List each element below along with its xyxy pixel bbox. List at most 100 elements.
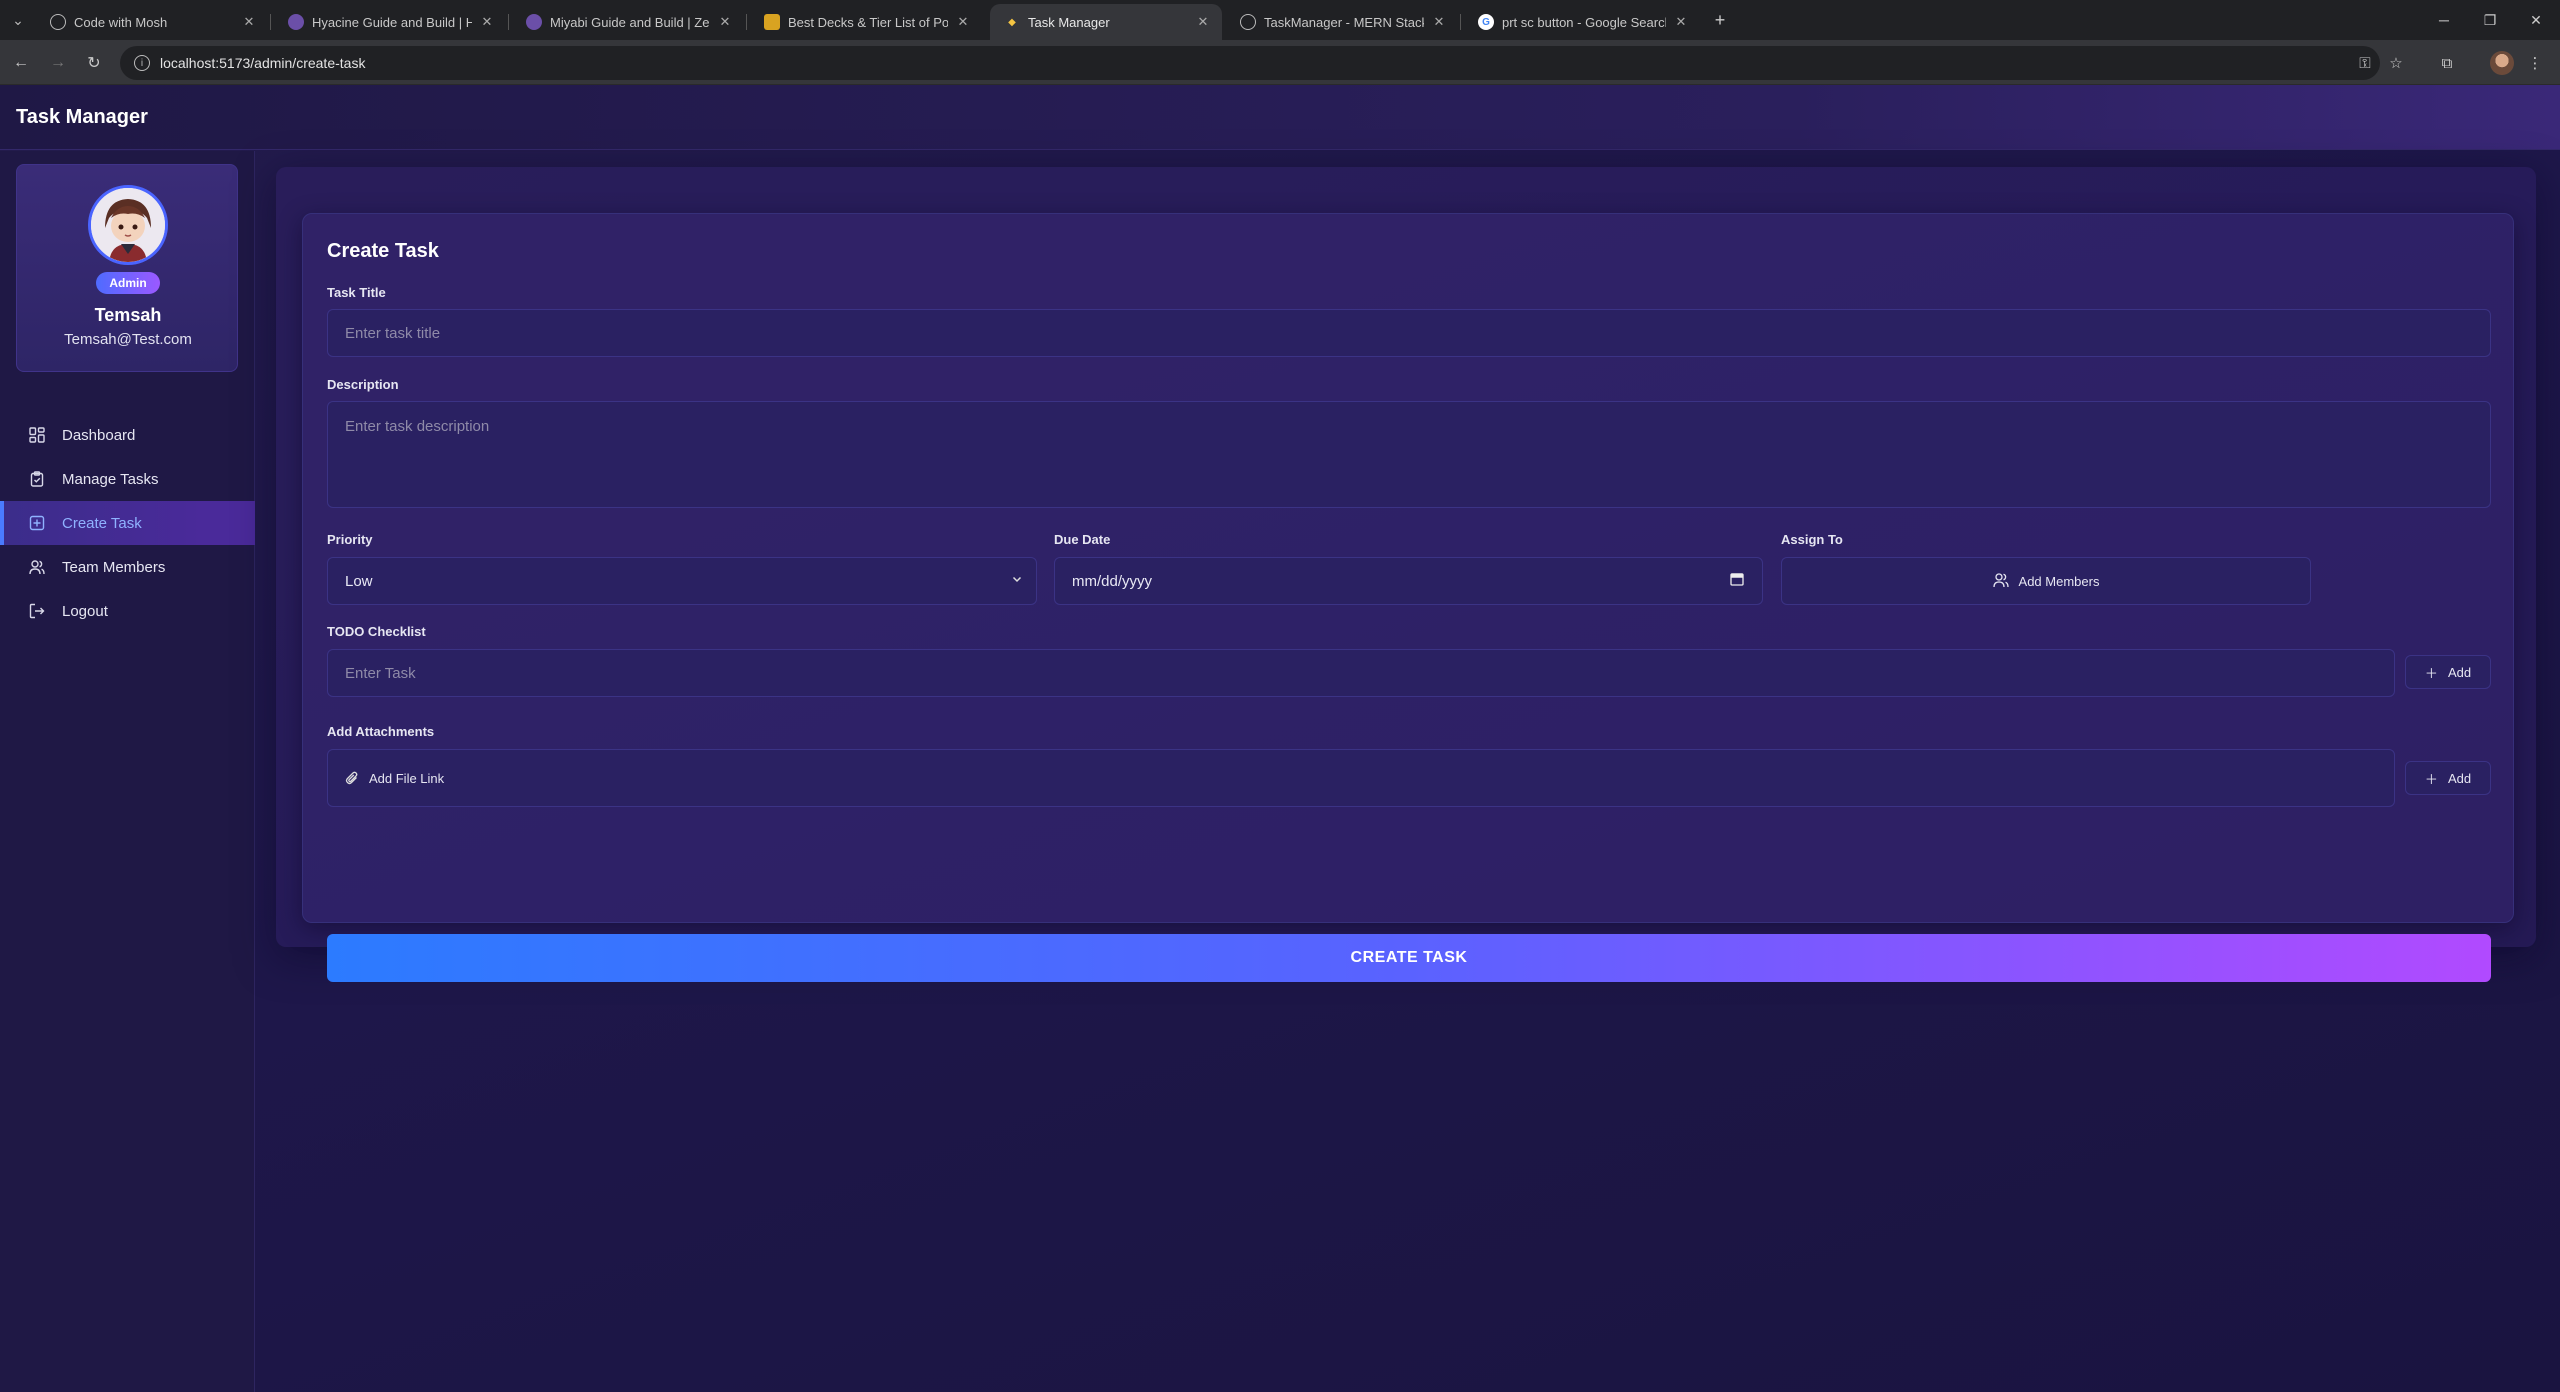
attachment-input[interactable]: Add File Link: [327, 749, 2395, 807]
priority-select[interactable]: Low: [327, 557, 1037, 605]
browser-tab-bar: ⌄ Code with Mosh ✕ Hyacine Guide and Bui…: [0, 0, 2560, 40]
tab-title: Code with Mosh: [74, 14, 168, 30]
add-attachment-button[interactable]: ＋ Add: [2405, 761, 2491, 795]
sidebar-item-manage-tasks[interactable]: Manage Tasks: [0, 457, 255, 501]
calendar-icon[interactable]: [1730, 572, 1744, 586]
tab-divider: [746, 14, 747, 30]
menu-dots-icon[interactable]: ⋮: [2524, 52, 2546, 74]
browser-toolbar: ← → ↻ i localhost:5173/admin/create-task…: [0, 40, 2560, 85]
profile-name: Temsah: [94, 305, 162, 325]
role-badge: Admin: [96, 272, 160, 294]
due-date-value: mm/dd/yyyy: [1072, 572, 1153, 590]
due-date-label: Due Date: [1054, 532, 1111, 547]
attachments-label: Add Attachments: [327, 724, 435, 739]
app-brand: Task Manager: [16, 105, 148, 128]
browser-tab[interactable]: Code with Mosh ✕: [36, 4, 268, 40]
tab-title: prt sc button - Google Search: [1502, 14, 1666, 30]
close-window-button[interactable]: ✕: [2522, 8, 2550, 32]
add-todo-button[interactable]: ＋ Add: [2405, 655, 2491, 689]
description-placeholder: Enter task description: [345, 418, 490, 435]
site-info-icon[interactable]: i: [134, 55, 150, 71]
task-title-placeholder: Enter task title: [345, 324, 441, 342]
browser-tab[interactable]: Hyacine Guide and Build | Honk ✕: [274, 4, 506, 40]
add-todo-label: Add: [2447, 664, 2472, 680]
tab-favicon-icon: [50, 14, 66, 30]
browser-tab[interactable]: G prt sc button - Google Search ✕: [1464, 4, 1700, 40]
tab-title: Task Manager: [1028, 14, 1110, 30]
tab-favicon-icon: [526, 14, 542, 30]
clipboard-icon: [28, 470, 46, 488]
close-tab-icon[interactable]: ✕: [1194, 14, 1212, 30]
add-attachment-label: Add: [2447, 770, 2472, 786]
tab-search-button[interactable]: ⌄: [6, 8, 30, 32]
restore-button[interactable]: ❐: [2476, 8, 2504, 32]
close-tab-icon[interactable]: ✕: [1672, 14, 1690, 30]
tab-favicon-icon: [1240, 14, 1256, 30]
todo-placeholder: Enter Task: [345, 664, 416, 682]
avatar: [88, 185, 168, 265]
back-arrow-icon[interactable]: ←: [10, 52, 32, 74]
add-members-label: Add Members: [2018, 573, 2100, 589]
url-text: localhost:5173/admin/create-task: [160, 55, 366, 71]
due-date-input[interactable]: mm/dd/yyyy: [1054, 557, 1763, 605]
priority-label: Priority: [327, 532, 373, 547]
description-label: Description: [327, 377, 399, 392]
google-icon: G: [1478, 14, 1494, 30]
reload-icon[interactable]: ↻: [83, 52, 105, 74]
new-tab-button[interactable]: +: [1708, 8, 1732, 32]
assign-to-label: Assign To: [1781, 532, 1843, 547]
sidebar: Admin Temsah Temsah@Test.com Dashboard M…: [0, 151, 255, 1392]
password-key-icon[interactable]: ⚿: [2354, 52, 2376, 74]
dashboard-icon: [28, 426, 46, 444]
browser-profile-avatar[interactable]: [2490, 51, 2514, 75]
task-title-input[interactable]: Enter task title: [327, 309, 2491, 357]
sidebar-item-label: Logout: [62, 602, 108, 620]
plus-square-icon: [28, 514, 46, 532]
browser-tab[interactable]: Miyabi Guide and Build | Zenless ✕: [512, 4, 744, 40]
close-tab-icon[interactable]: ✕: [954, 14, 972, 30]
tab-favicon-icon: [288, 14, 304, 30]
forward-arrow-icon[interactable]: →: [47, 52, 69, 74]
close-tab-icon[interactable]: ✕: [1430, 14, 1448, 30]
sidebar-item-dashboard[interactable]: Dashboard: [0, 413, 255, 457]
plus-icon: ＋: [2424, 665, 2438, 681]
profile-card: Admin Temsah Temsah@Test.com: [16, 164, 238, 372]
tab-favicon-icon: [764, 14, 780, 30]
app-root: Task Manager Admin Temsah Temsah@Test.co…: [0, 85, 2560, 1392]
sidebar-item-team-members[interactable]: Team Members: [0, 545, 255, 589]
plus-icon: ＋: [2424, 771, 2438, 787]
browser-tab-active[interactable]: ◆ Task Manager ✕: [990, 4, 1222, 40]
close-tab-icon[interactable]: ✕: [716, 14, 734, 30]
sidebar-item-logout[interactable]: Logout: [0, 589, 255, 633]
priority-value: Low: [345, 572, 373, 590]
close-tab-icon[interactable]: ✕: [478, 14, 496, 30]
description-textarea[interactable]: Enter task description: [327, 401, 2491, 508]
bookmark-star-icon[interactable]: ☆: [2385, 52, 2407, 74]
browser-tab[interactable]: TaskManager - MERN Stack Proj ✕: [1226, 4, 1458, 40]
users-icon: [1992, 572, 2009, 591]
sidebar-item-create-task[interactable]: Create Task: [0, 501, 255, 545]
extensions-icon[interactable]: ⧉: [2436, 52, 2458, 74]
users-icon: [28, 558, 46, 576]
create-task-button[interactable]: CREATE TASK: [327, 934, 2491, 982]
sidebar-item-label: Dashboard: [62, 426, 136, 444]
page-title: Create Task: [327, 240, 439, 262]
address-bar[interactable]: i localhost:5173/admin/create-task: [120, 46, 2380, 80]
sidebar-item-label: Create Task: [62, 514, 142, 532]
add-members-button[interactable]: Add Members: [1781, 557, 2311, 605]
tab-title: Hyacine Guide and Build | Honk: [312, 14, 472, 30]
tab-divider: [1460, 14, 1461, 30]
todo-input[interactable]: Enter Task: [327, 649, 2395, 697]
tab-title: Miyabi Guide and Build | Zenless: [550, 14, 710, 30]
create-task-form: Create Task Task Title Enter task title …: [302, 213, 2514, 982]
close-tab-icon[interactable]: ✕: [240, 14, 258, 30]
browser-tab[interactable]: Best Decks & Tier List of Pokém ✕: [750, 4, 982, 40]
app-header: Task Manager: [0, 85, 2560, 150]
task-title-label: Task Title: [327, 285, 386, 300]
paperclip-icon: [345, 771, 359, 785]
todo-checklist-label: TODO Checklist: [327, 624, 426, 639]
chevron-down-icon: [1012, 573, 1022, 583]
sidebar-menu: Dashboard Manage Tasks Create Task Team …: [0, 413, 255, 633]
minimize-button[interactable]: ─: [2430, 8, 2458, 32]
tab-favicon-icon: ◆: [1008, 16, 1016, 28]
